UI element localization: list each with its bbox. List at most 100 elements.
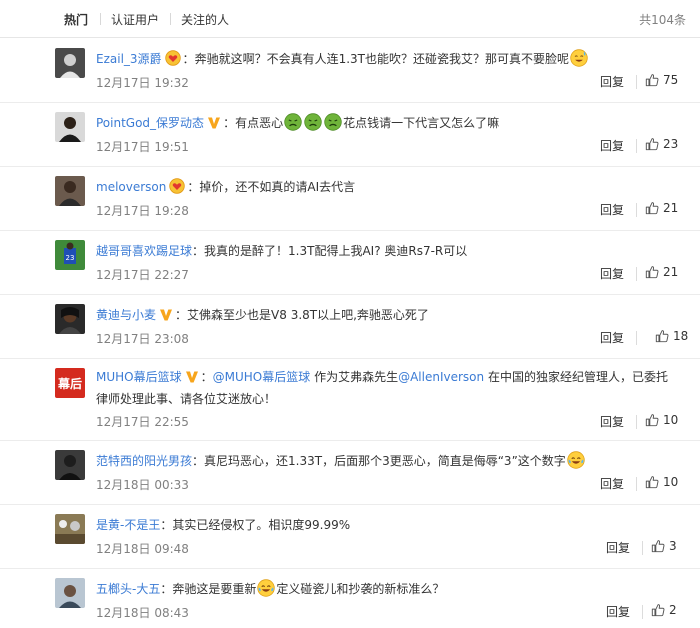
like-button[interactable]: 75 [645, 73, 678, 87]
comment-time: 12月17日 19:32 [96, 76, 189, 90]
avatar[interactable] [55, 48, 85, 78]
heart-badge-icon [169, 178, 185, 194]
action-divider [642, 541, 643, 555]
thumbs-up-icon [645, 137, 659, 151]
like-count: 18 [673, 329, 689, 343]
like-button[interactable]: 10 [645, 475, 678, 489]
like-count: 10 [663, 413, 679, 427]
mention-link[interactable]: @MUHO幕后篮球 [213, 370, 311, 384]
comment-time: 12月18日 08:43 [96, 606, 189, 620]
svg-text:23: 23 [66, 254, 75, 262]
mention-link[interactable]: @AllenIverson [398, 370, 484, 384]
thumbs-up-icon [651, 539, 665, 553]
like-button[interactable]: 3 [651, 539, 677, 553]
tab-following[interactable]: 关注的人 [181, 11, 229, 28]
vip-badge-icon [185, 370, 199, 384]
reply-button[interactable]: 回复 [600, 137, 624, 154]
like-button[interactable]: 23 [645, 137, 678, 151]
comment-username[interactable]: meloverson [96, 180, 166, 194]
comment-time: 12月17日 19:51 [96, 140, 189, 154]
comment-body: 五榔头-大五：奔驰这是要重新 定义碰瓷儿和抄袭的新标准么？ [96, 579, 680, 599]
avatar[interactable] [55, 514, 85, 544]
like-count: 3 [669, 539, 677, 553]
comment-item: 五榔头-大五：奔驰这是要重新 定义碰瓷儿和抄袭的新标准么？ 12月18日 08:4… [0, 569, 700, 628]
avatar[interactable] [55, 176, 85, 206]
like-button[interactable]: 2 [651, 603, 677, 617]
avatar[interactable]: 幕后 [55, 368, 85, 398]
reply-button[interactable]: 回复 [600, 413, 624, 430]
reply-button[interactable]: 回复 [600, 329, 624, 346]
reply-button[interactable]: 回复 [600, 265, 624, 282]
avatar[interactable] [55, 304, 85, 334]
comment-username[interactable]: MUHO幕后篮球 [96, 370, 182, 384]
laugh-cry-emoji-icon [257, 579, 275, 597]
comment-item: 黄迪与小麦 ：艾佛森至少也是V8 3.8T以上吧,奔驰恶心死了 12月17日 23… [0, 295, 700, 359]
action-divider [642, 605, 643, 619]
thumbs-up-icon [645, 265, 659, 279]
like-count: 21 [663, 265, 679, 279]
comment-item: meloverson ：掉价，还不如真的请AI去代言 12月17日 19:28 回… [0, 167, 700, 231]
comment-item: 是黄-不是王：其实已经侵权了。相识度99.99% 12月18日 09:48 回复… [0, 505, 700, 569]
like-count: 75 [663, 73, 679, 87]
reply-button[interactable]: 回复 [606, 603, 630, 620]
avatar[interactable] [55, 578, 85, 608]
comment-total-count: 共104条 [639, 13, 686, 27]
thumbs-up-icon [655, 329, 669, 343]
comment-username[interactable]: Ezail_3源爵 [96, 52, 162, 66]
comment-item: Ezail_3源爵 ：奔驰就这啊？不会真有人连1.3T也能吹？还碰瓷我艾？那可真不… [0, 39, 700, 103]
comment-item: 范特西的阳光男孩：真尼玛恶心，还1.33T，后面那个3更恶心，简直是侮辱“3”这… [0, 441, 700, 505]
reply-button[interactable]: 回复 [600, 73, 624, 90]
action-divider [636, 203, 637, 217]
comment-username[interactable]: 是黄-不是王 [96, 518, 160, 532]
tab-verified-users[interactable]: 认证用户 [111, 11, 159, 28]
comment-text: 定义碰瓷儿和抄袭的新标准么？ [276, 582, 445, 596]
action-divider [636, 139, 637, 153]
comment-username[interactable]: 越哥哥喜欢踢足球 [96, 244, 192, 258]
reply-button[interactable]: 回复 [600, 201, 624, 218]
avatar[interactable]: 23 [55, 240, 85, 270]
thumbs-up-icon [645, 413, 659, 427]
action-divider [636, 267, 637, 281]
comment-body: Ezail_3源爵 ：奔驰就这啊？不会真有人连1.3T也能吹？还碰瓷我艾？那可真不… [96, 49, 680, 69]
comment-time: 12月18日 00:33 [96, 478, 189, 492]
reply-button[interactable]: 回复 [600, 475, 624, 492]
comment-body: PointGod_保罗动态 ：有点恶心 花点钱请一下代言又怎么了嘛 [96, 113, 680, 133]
avatar[interactable] [55, 450, 85, 480]
like-button[interactable]: 21 [645, 201, 678, 215]
comment-item: PointGod_保罗动态 ：有点恶心 花点钱请一下代言又怎么了嘛 12月17日 1… [0, 103, 700, 167]
like-button[interactable]: 21 [645, 265, 678, 279]
like-count: 23 [663, 137, 679, 151]
like-button[interactable]: 10 [645, 413, 678, 427]
comment-text: 奔驰就这啊？不会真有人连1.3T也能吹？还碰瓷我艾？那可真不要脸呢 [194, 52, 569, 66]
action-divider [636, 75, 637, 89]
nauseated-emoji-icon [304, 113, 322, 131]
comment-username[interactable]: 黄迪与小麦 [96, 308, 156, 322]
tab-divider [170, 13, 171, 25]
comment-body: 黄迪与小麦 ：艾佛森至少也是V8 3.8T以上吧,奔驰恶心死了 [96, 308, 429, 322]
comment-username[interactable]: PointGod_保罗动态 [96, 116, 204, 130]
action-divider [636, 331, 637, 345]
comment-time: 12月17日 23:08 [96, 332, 189, 346]
comment-time: 12月17日 22:27 [96, 268, 189, 282]
like-count: 10 [663, 475, 679, 489]
action-divider [636, 477, 637, 491]
like-count: 21 [663, 201, 679, 215]
like-button[interactable]: 18 [655, 329, 688, 343]
nauseated-emoji-icon [324, 113, 342, 131]
avatar[interactable] [55, 112, 85, 142]
comment-item: 幕后 MUHO幕后篮球 ：@MUHO幕后篮球 作为艾弗森先生@AllenIvers… [0, 359, 700, 441]
laugh-cry-emoji-icon [567, 451, 585, 469]
comment-time: 12月17日 19:28 [96, 204, 189, 218]
tab-hot[interactable]: 热门 [64, 11, 88, 28]
reply-button[interactable]: 回复 [606, 539, 630, 556]
comment-text: 掉价，还不如真的请AI去代言 [199, 180, 356, 194]
nauseated-emoji-icon [284, 113, 302, 131]
comment-text: 艾佛森至少也是V8 3.8T以上吧,奔驰恶心死了 [187, 308, 429, 322]
comment-username[interactable]: 五榔头-大五 [96, 582, 160, 596]
thumbs-up-icon [645, 475, 659, 489]
comment-username[interactable]: 范特西的阳光男孩 [96, 454, 192, 468]
comment-body: 越哥哥喜欢踢足球：我真的是醉了！1.3T配得上我AI? 奥迪Rs7-R可以 [96, 244, 468, 258]
vip-badge-icon [207, 116, 221, 130]
vip-badge-icon [159, 308, 173, 322]
tab-divider [100, 13, 101, 25]
